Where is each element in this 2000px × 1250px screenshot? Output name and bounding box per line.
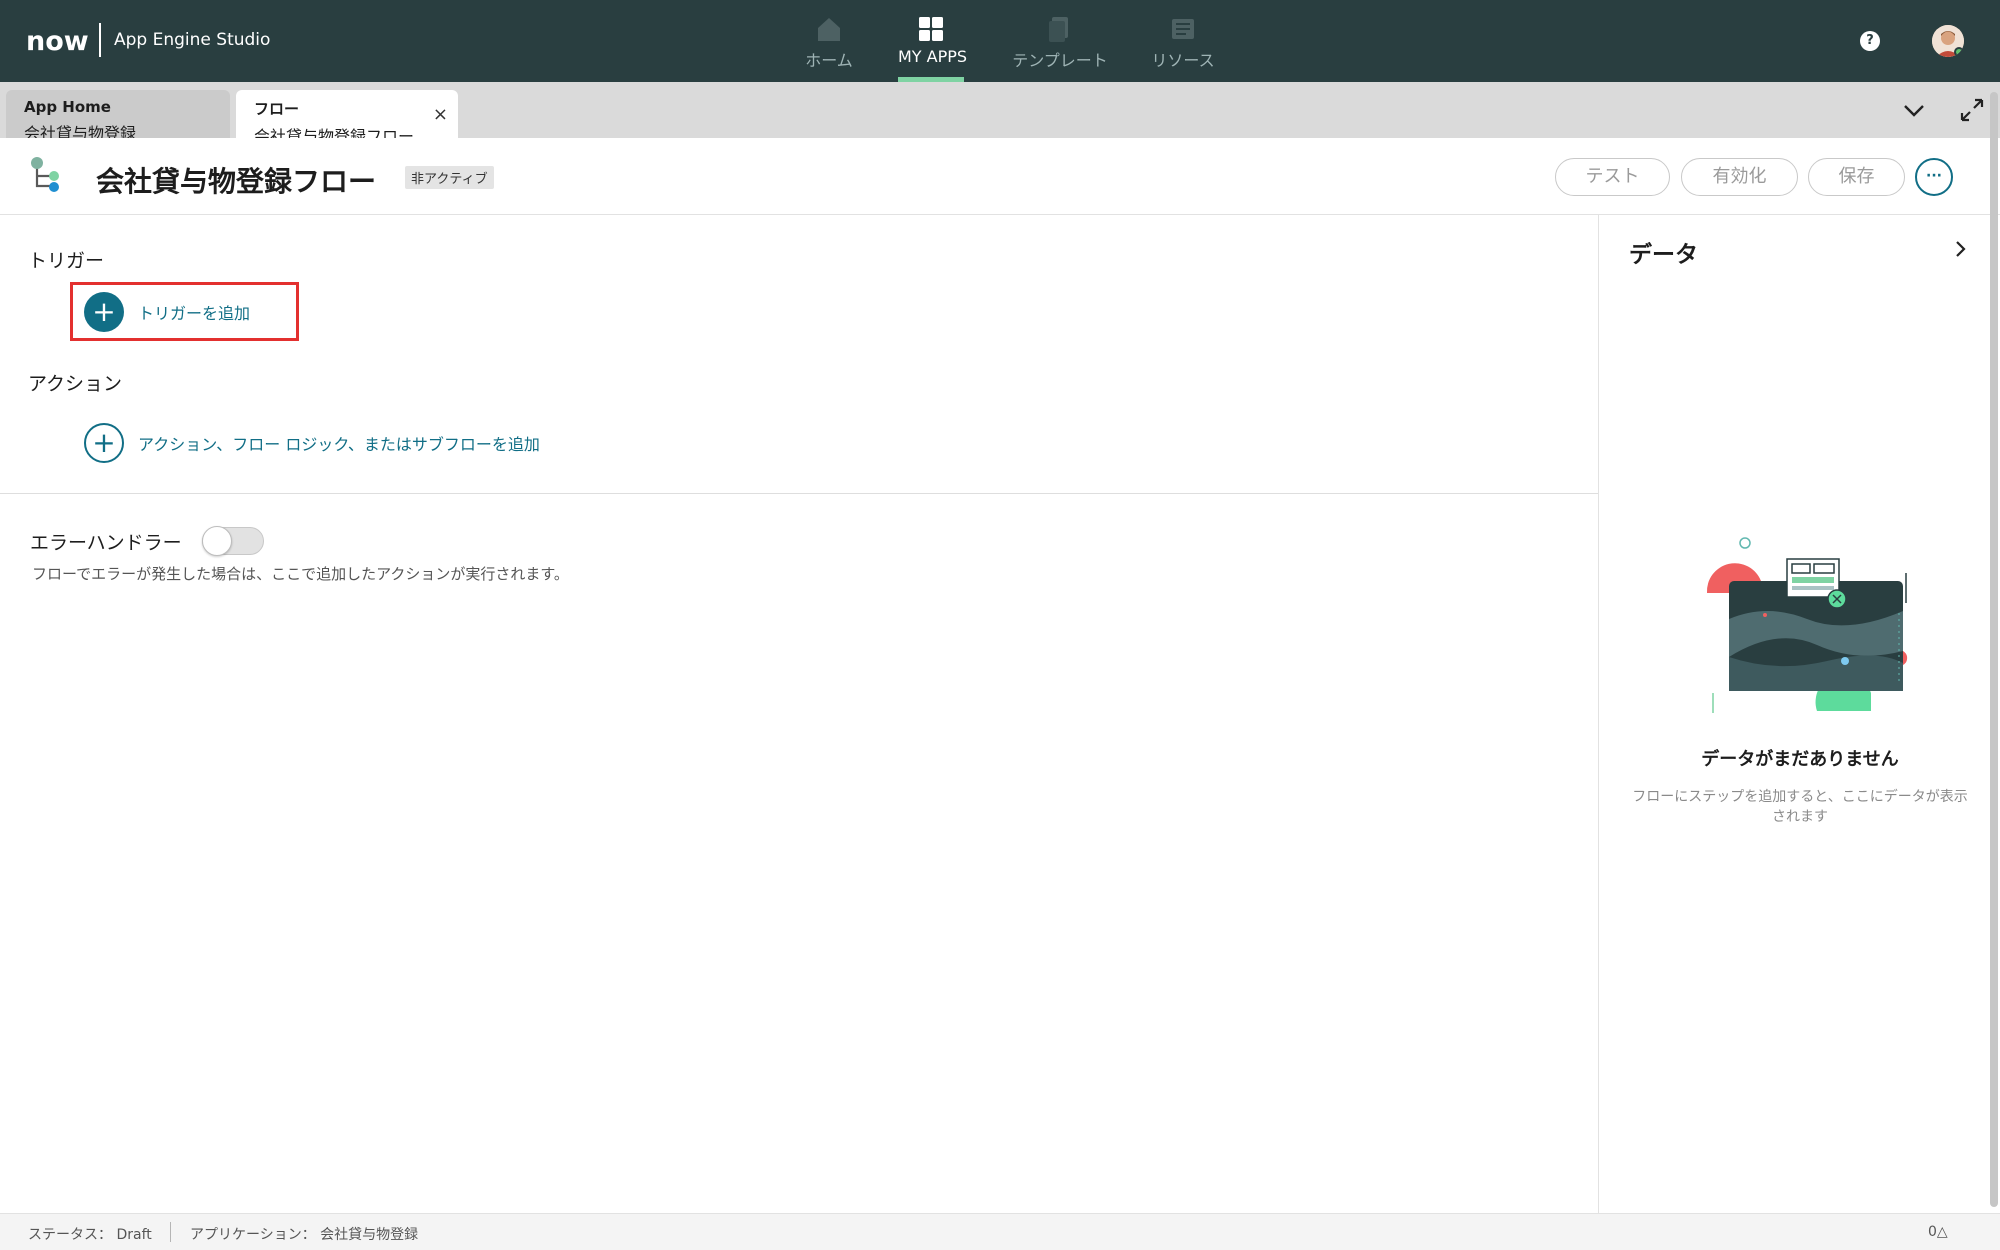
- add-action-button[interactable]: + アクション、フロー ロジック、またはサブフローを追加: [84, 423, 540, 463]
- flow-icon: [31, 157, 59, 192]
- status-bar: ステータス： Draft アプリケーション： 会社貸与物登録 0△: [0, 1213, 2000, 1250]
- vertical-scrollbar[interactable]: [1990, 92, 1998, 1207]
- top-navigation-bar: now App Engine Studio ホーム MY APPS テンプレート: [0, 0, 2000, 82]
- status-bar-status: ステータス： Draft: [28, 1227, 152, 1243]
- data-panel: データ データがまだありません フローにステップを追加すると、ここにデータが表示…: [1598, 215, 2000, 1213]
- logo-divider: [99, 23, 101, 57]
- error-handler-label: エラーハンドラー: [30, 532, 182, 554]
- chevron-down-icon[interactable]: [1900, 96, 1928, 124]
- more-options-button[interactable]: ···: [1915, 158, 1953, 196]
- expand-icon[interactable]: [1958, 96, 1986, 124]
- flow-canvas: トリガー + トリガーを追加 アクション + アクション、フロー ロジック、また…: [0, 215, 1598, 1213]
- action-section-label: アクション: [28, 373, 123, 395]
- tab-app-home[interactable]: App Home 会社貸与物登録: [6, 90, 230, 143]
- grid-icon: [919, 17, 943, 41]
- empty-data-title: データがまだありません: [1701, 749, 1899, 770]
- add-circle-outline-icon: +: [84, 423, 124, 463]
- nav-my-apps-label: MY APPS: [898, 47, 968, 66]
- nav-templates[interactable]: テンプレート: [1010, 0, 1110, 82]
- nav-my-apps[interactable]: MY APPS: [898, 0, 968, 82]
- page-title: 会社貸与物登録フロー: [96, 165, 377, 198]
- section-divider: [0, 493, 1598, 494]
- error-handler-description: フローでエラーが発生した場合は、ここで追加したアクションが実行されます。: [32, 565, 569, 583]
- trigger-section-label: トリガー: [28, 250, 105, 272]
- tab-flow-title: フロー: [254, 100, 300, 118]
- empty-data-illustration: [1706, 537, 1908, 713]
- help-icon[interactable]: ?: [1860, 31, 1880, 51]
- presence-indicator: [1954, 47, 1964, 57]
- save-button[interactable]: 保存: [1808, 158, 1905, 196]
- status-bar-separator: [170, 1222, 171, 1242]
- template-icon: [1049, 17, 1068, 42]
- flow-header: 会社貸与物登録フロー 非アクティブ テスト 有効化 保存 ···: [0, 138, 2000, 215]
- home-icon: [818, 18, 840, 41]
- notification-indicator[interactable]: 0△: [1928, 1224, 1948, 1240]
- now-logo[interactable]: now: [26, 26, 89, 57]
- error-handler-toggle[interactable]: [202, 526, 264, 556]
- chevron-right-icon[interactable]: [1949, 237, 1973, 261]
- resources-icon: [1172, 19, 1194, 39]
- avatar[interactable]: [1932, 25, 1964, 57]
- empty-data-description: フローにステップを追加すると、ここにデータが表示されます: [1632, 789, 1968, 825]
- nav-home[interactable]: ホーム: [800, 0, 858, 82]
- toggle-knob: [202, 526, 232, 556]
- status-bar-application: アプリケーション： 会社貸与物登録: [190, 1227, 419, 1243]
- nav-home-label: ホーム: [805, 51, 853, 70]
- tab-strip: App Home 会社貸与物登録 フロー 会社貸与物登録フロー ×: [0, 82, 2000, 146]
- nav-resources-label: リソース: [1151, 51, 1215, 70]
- status-badge: 非アクティブ: [405, 166, 494, 189]
- tab-flow[interactable]: フロー 会社貸与物登録フロー ×: [236, 90, 458, 146]
- product-name[interactable]: App Engine Studio: [114, 30, 270, 50]
- data-panel-title: データ: [1629, 242, 1698, 268]
- highlight-box: [70, 282, 299, 341]
- activate-button[interactable]: 有効化: [1681, 158, 1798, 196]
- nav-resources[interactable]: リソース: [1150, 0, 1216, 82]
- close-icon[interactable]: ×: [433, 104, 448, 125]
- add-action-label: アクション、フロー ロジック、またはサブフローを追加: [138, 435, 540, 454]
- nav-templates-label: テンプレート: [1012, 51, 1108, 70]
- test-button[interactable]: テスト: [1555, 158, 1670, 196]
- tab-app-home-title: App Home: [24, 98, 111, 116]
